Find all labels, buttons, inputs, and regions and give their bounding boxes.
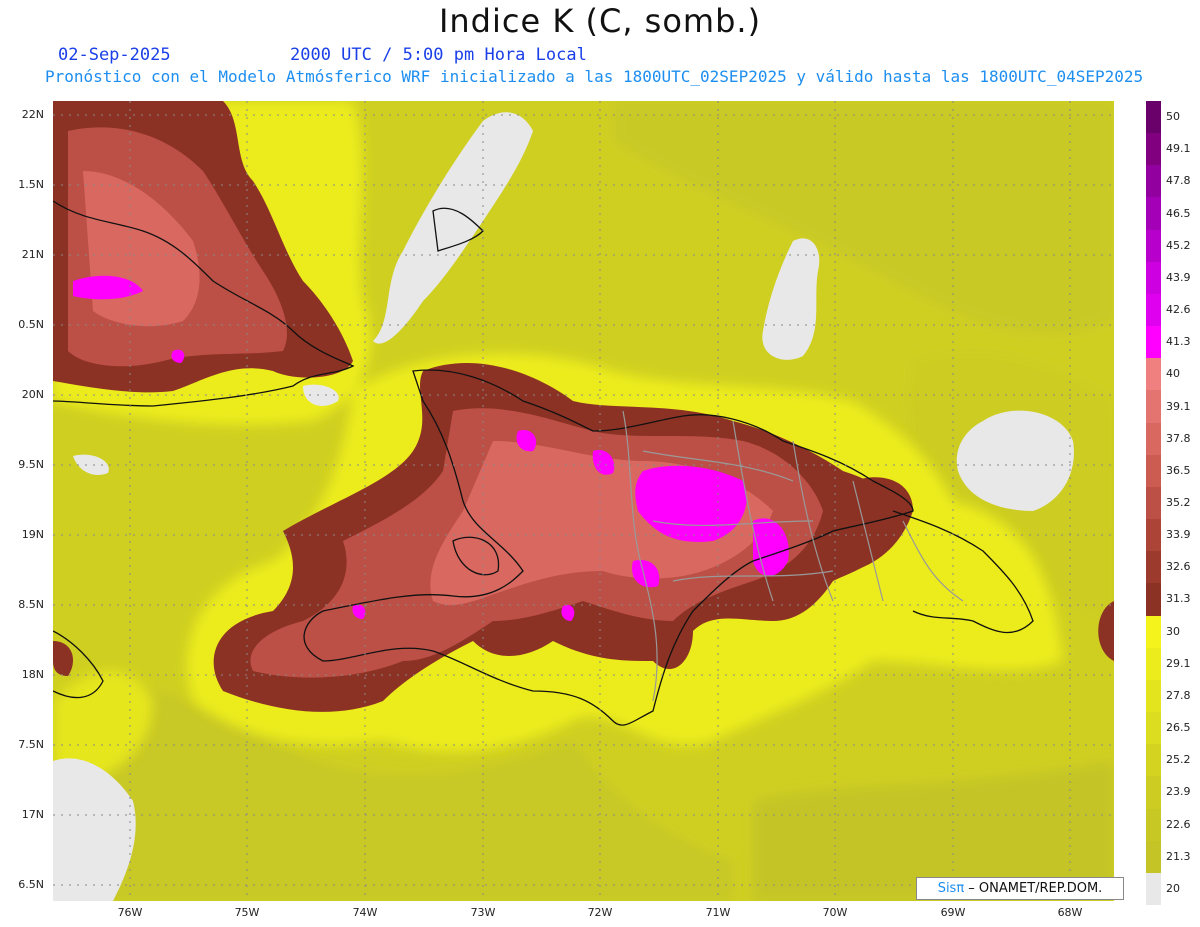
colorbar-swatch — [1146, 422, 1161, 456]
colorbar-swatch — [1146, 872, 1161, 906]
colorbar-label: 42.6 — [1166, 303, 1191, 317]
colorbar-swatch — [1146, 840, 1161, 874]
colorbar-swatch — [1146, 326, 1161, 359]
credit-org: – ONAMET/REP.DOM. — [964, 881, 1103, 896]
lon-label: 75W — [234, 906, 260, 919]
colorbar-swatch — [1146, 519, 1161, 552]
colorbar-label: 20 — [1166, 881, 1180, 895]
colorbar-label: 35.2 — [1166, 496, 1191, 509]
colorbar-swatch — [1146, 390, 1161, 424]
lat-label: 9.5N — [18, 458, 44, 471]
colorbar-swatch — [1146, 712, 1161, 745]
colorbar-swatch — [1146, 551, 1161, 584]
colorbar-swatch — [1146, 229, 1161, 263]
colorbar-label: 45.2 — [1166, 238, 1191, 252]
colorbar-label: 27.8 — [1166, 688, 1191, 702]
lon-label: 71W — [705, 906, 731, 919]
lat-label: 22N — [21, 108, 44, 121]
lon-label: 74W — [352, 906, 378, 919]
lat-label: 19N — [21, 528, 44, 541]
colorbar-swatch — [1146, 101, 1161, 134]
lat-label: 7.5N — [18, 738, 44, 751]
colorbar-swatch — [1146, 454, 1161, 488]
colorbar-swatch — [1146, 197, 1161, 231]
colorbar-swatch — [1146, 165, 1161, 198]
colorbar-label: 21.3 — [1166, 849, 1191, 863]
credit-box: Sisπ – ONAMET/REP.DOM. — [916, 877, 1124, 900]
colorbar-label: 22.6 — [1166, 817, 1191, 831]
colorbar-swatch — [1146, 133, 1161, 166]
colorbar-swatch — [1146, 615, 1161, 649]
colorbar-label: 25.2 — [1166, 753, 1191, 767]
lat-label: 17N — [21, 808, 44, 821]
lon-label: 68W — [1057, 906, 1083, 919]
colorbar-label: 39.1 — [1166, 399, 1191, 413]
forecast-date: 02-Sep-2025 — [58, 45, 171, 65]
colorbar-swatch — [1146, 647, 1161, 681]
forecast-time: 2000 UTC / 5:00 pm Hora Local — [290, 45, 587, 65]
colorbar-swatch — [1146, 776, 1161, 810]
colorbar-label: 43.9 — [1166, 270, 1191, 284]
k-index-map — [53, 101, 1114, 901]
lon-label: 76W — [117, 906, 143, 919]
forecast-subtitle: Pronóstico con el Modelo Atmósferico WRF… — [45, 67, 1144, 86]
colorbar-label: 30 — [1166, 624, 1180, 638]
lat-label: 20N — [21, 388, 44, 401]
colorbar-label: 50 — [1166, 110, 1180, 124]
colorbar-label: 31.3 — [1166, 592, 1191, 606]
colorbar-swatch — [1146, 744, 1161, 777]
colorbar-label: 46.5 — [1166, 206, 1191, 220]
lat-label: 18N — [21, 668, 44, 681]
colorbar-label: 33.9 — [1166, 528, 1191, 542]
colorbar-label: 26.5 — [1166, 721, 1191, 735]
lon-label: 72W — [587, 906, 613, 919]
colorbar-label: 47.8 — [1166, 174, 1191, 188]
colorbar-label: 32.6 — [1166, 560, 1191, 574]
colorbar-label: 23.9 — [1166, 785, 1191, 799]
colorbar-label: 40 — [1166, 367, 1180, 381]
colorbar-swatch — [1146, 679, 1161, 713]
colorbar-swatch — [1146, 583, 1161, 617]
map-title: Indice K (C, somb.) — [438, 2, 762, 40]
credit-brand: Sisπ — [937, 881, 965, 896]
colorbar — [1146, 101, 1161, 906]
colorbar-label: 49.1 — [1166, 142, 1191, 156]
lat-label: 6.5N — [18, 878, 44, 891]
lon-label: 73W — [470, 906, 496, 919]
colorbar-swatch — [1146, 261, 1161, 295]
colorbar-label: 41.3 — [1166, 335, 1191, 349]
colorbar-swatch — [1146, 808, 1161, 842]
colorbar-swatch — [1146, 486, 1161, 520]
colorbar-swatch — [1146, 293, 1161, 327]
lat-label: 1.5N — [18, 178, 44, 191]
colorbar-label: 36.5 — [1166, 463, 1191, 477]
colorbar-label: 37.8 — [1166, 431, 1191, 445]
lat-label: 21N — [21, 248, 44, 261]
colorbar-swatch — [1146, 358, 1161, 391]
lon-label: 69W — [940, 906, 966, 919]
lat-label: 0.5N — [18, 318, 44, 331]
lon-label: 70W — [822, 906, 848, 919]
colorbar-label: 29.1 — [1166, 656, 1191, 670]
lat-label: 8.5N — [18, 598, 44, 611]
